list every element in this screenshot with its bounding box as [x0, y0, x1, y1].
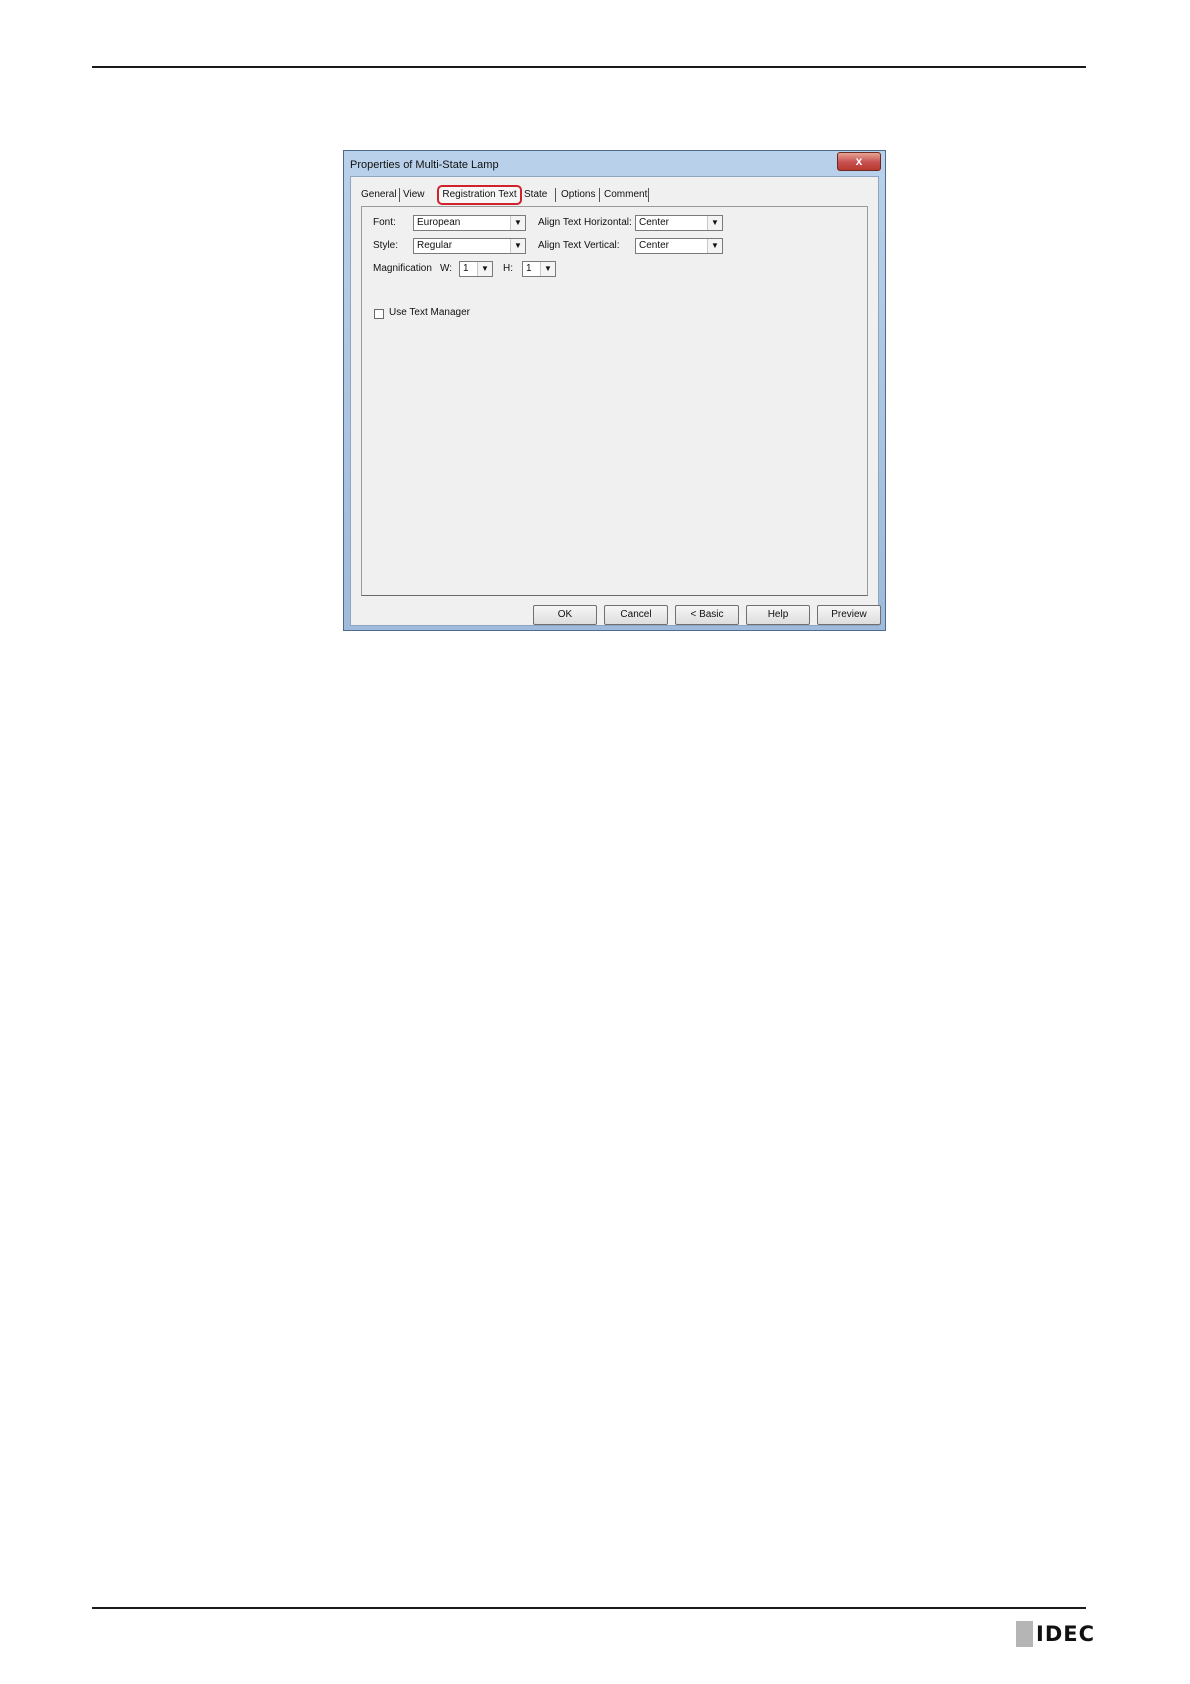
chevron-down-icon[interactable]: ▼	[707, 239, 722, 253]
align-vertical-label: Align Text Vertical:	[538, 240, 620, 251]
font-value: European	[417, 217, 461, 228]
w-label: W:	[440, 263, 453, 274]
chevron-down-icon[interactable]: ▼	[477, 262, 492, 276]
ok-button[interactable]: OK	[533, 605, 597, 625]
tab-registration-text[interactable]: Registration Text	[437, 185, 522, 205]
help-button[interactable]: Help	[746, 605, 810, 625]
chevron-down-icon[interactable]: ▼	[510, 239, 525, 253]
properties-dialog: Properties of Multi-State Lamp x General…	[343, 150, 886, 631]
tab-separator	[555, 188, 556, 202]
magnification-label: Magnification	[373, 263, 432, 274]
align-horizontal-value: Center	[639, 217, 670, 228]
dialog-client: General View Registration Text State Opt…	[350, 176, 881, 626]
h-select[interactable]: 1 ▼	[522, 261, 556, 277]
chevron-down-icon[interactable]: ▼	[540, 262, 555, 276]
font-select[interactable]: European ▼	[413, 215, 526, 231]
align-horizontal-select[interactable]: Center ▼	[635, 215, 723, 231]
tab-view[interactable]: View	[403, 189, 425, 200]
tab-comment[interactable]: Comment	[604, 189, 647, 200]
tab-separator	[399, 188, 400, 202]
dialog-title: Properties of Multi-State Lamp	[350, 159, 499, 171]
chevron-down-icon[interactable]: ▼	[510, 216, 525, 230]
align-horizontal-label: Align Text Horizontal:	[538, 217, 632, 228]
title-bar[interactable]: Properties of Multi-State Lamp x	[344, 151, 885, 176]
preview-button[interactable]: Preview	[817, 605, 881, 625]
tab-general[interactable]: General	[361, 189, 397, 200]
use-text-manager-label[interactable]: Use Text Manager	[389, 307, 470, 318]
align-vertical-value: Center	[639, 240, 670, 251]
font-label: Font:	[373, 217, 396, 228]
tab-separator	[599, 188, 600, 202]
style-value: Regular	[417, 240, 453, 251]
w-select[interactable]: 1 ▼	[459, 261, 493, 277]
footer-rule	[92, 1607, 1086, 1609]
tab-state[interactable]: State	[524, 189, 547, 200]
style-label: Style:	[373, 240, 399, 251]
logo-text: IDEC	[1036, 1622, 1096, 1646]
tab-options[interactable]: Options	[561, 189, 595, 200]
w-value: 1	[463, 263, 469, 274]
tab-separator	[648, 188, 649, 202]
basic-button[interactable]: < Basic	[675, 605, 739, 625]
align-vertical-select[interactable]: Center ▼	[635, 238, 723, 254]
registration-text-panel: Font: European ▼ Style: Regular ▼ Magnif…	[361, 206, 868, 596]
header-rule	[92, 66, 1086, 68]
style-select[interactable]: Regular ▼	[413, 238, 526, 254]
logo-mark	[1016, 1621, 1033, 1647]
close-button[interactable]: x	[837, 152, 881, 171]
h-label: H:	[503, 263, 513, 274]
cancel-button[interactable]: Cancel	[604, 605, 668, 625]
use-text-manager-checkbox[interactable]	[374, 309, 384, 319]
h-value: 1	[526, 263, 532, 274]
chevron-down-icon[interactable]: ▼	[707, 216, 722, 230]
idec-logo: IDEC	[1016, 1621, 1095, 1647]
close-icon: x	[855, 154, 863, 168]
